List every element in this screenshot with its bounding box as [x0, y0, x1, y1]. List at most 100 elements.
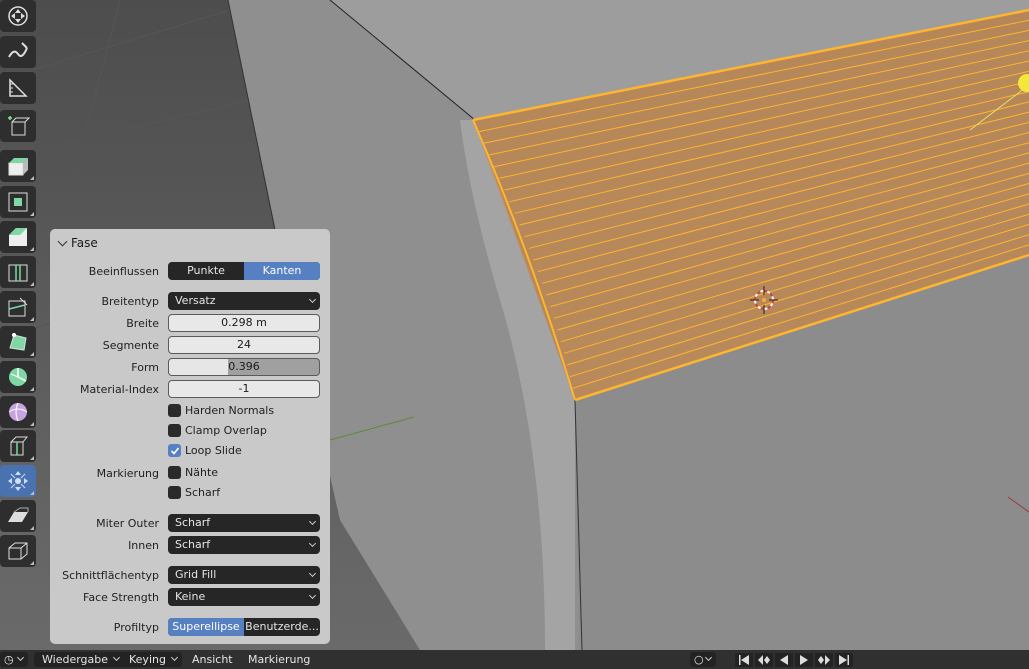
- shrink-fatten-icon: [8, 471, 28, 491]
- checkbox-box: [168, 466, 181, 479]
- width-type-row: Breitentyp Versatz: [50, 292, 330, 311]
- profile-superellipse-button[interactable]: Superellipse: [168, 618, 244, 636]
- playback-menu[interactable]: Wiedergabe: [34, 652, 125, 667]
- chevron-down-icon: [308, 569, 317, 578]
- play-icon: [800, 655, 808, 665]
- mark-seams-row: Markierung Nähte: [50, 464, 330, 483]
- harden-normals-checkbox[interactable]: Harden Normals: [168, 404, 274, 417]
- tool-spin[interactable]: [0, 361, 36, 393]
- face-strength-value: Keine: [175, 590, 206, 603]
- mark-sharp-label: Scharf: [185, 486, 221, 499]
- tool-edge-slide[interactable]: [0, 430, 36, 462]
- width-field[interactable]: 0.298 m: [168, 314, 320, 332]
- tool-shear[interactable]: [0, 500, 36, 532]
- chevron-down-icon: [308, 539, 317, 548]
- clamp-overlap-checkbox[interactable]: Clamp Overlap: [168, 424, 267, 437]
- tool-shrink-fatten[interactable]: [0, 465, 36, 497]
- panel-header[interactable]: Fase: [57, 235, 98, 251]
- tool-extrude[interactable]: [0, 150, 36, 182]
- profile-type-label: Profiltyp: [113, 621, 159, 634]
- shape-slider[interactable]: 0.396: [168, 358, 320, 376]
- loop-cut-icon: [8, 264, 28, 282]
- miter-outer-dropdown[interactable]: Scharf: [168, 514, 320, 532]
- add-cube-icon: [8, 116, 30, 136]
- mark-sharp-row: Scharf: [50, 484, 330, 503]
- affect-edges-button[interactable]: Kanten: [244, 262, 320, 280]
- chevron-down-icon: [308, 591, 317, 600]
- segments-label: Segmente: [102, 339, 159, 352]
- view-menu[interactable]: Ansicht: [192, 652, 233, 667]
- width-type-label: Breitentyp: [101, 295, 159, 308]
- tool-variants-indicator: [30, 352, 34, 356]
- smooth-icon: [8, 402, 28, 422]
- inset-icon: [8, 192, 28, 212]
- profile-custom-button[interactable]: Benutzerde...: [244, 618, 320, 636]
- play-button[interactable]: [795, 653, 813, 667]
- tool-variants-indicator: [30, 212, 34, 216]
- extrude-icon: [8, 158, 28, 176]
- intersection-type-label: Schnittflächentyp: [62, 569, 159, 582]
- tool-variants-indicator: [30, 561, 34, 565]
- width-type-dropdown[interactable]: Versatz: [168, 292, 320, 310]
- mark-sharp-checkbox[interactable]: Scharf: [168, 486, 220, 499]
- tool-variants-indicator: [30, 456, 34, 460]
- tool-bevel[interactable]: [0, 221, 36, 253]
- miter-inner-label: Innen: [128, 539, 159, 552]
- loop-slide-row: Loop Slide: [50, 442, 330, 461]
- tool-smooth[interactable]: [0, 396, 36, 428]
- editor-type-dropdown[interactable]: ◷: [0, 652, 28, 667]
- miter-inner-dropdown[interactable]: Scharf: [168, 536, 320, 554]
- jump-end-button[interactable]: [835, 653, 853, 667]
- panel-title: Fase: [71, 236, 98, 250]
- harden-normals-label: Harden Normals: [185, 404, 275, 417]
- tool-poly-build[interactable]: [0, 326, 36, 358]
- tool-add-cube[interactable]: [0, 110, 36, 142]
- tool-variants-indicator: [30, 491, 34, 495]
- tool-move-view[interactable]: [0, 0, 36, 32]
- checkmark-icon: [170, 446, 179, 455]
- miter-outer-label: Miter Outer: [96, 517, 159, 530]
- profile-type-toggle: Superellipse Benutzerde...: [168, 618, 320, 636]
- keying-menu[interactable]: Keying: [121, 652, 182, 667]
- play-reverse-button[interactable]: [775, 653, 793, 667]
- material-index-row: Material-Index -1: [50, 380, 330, 399]
- tool-measure[interactable]: [0, 72, 36, 104]
- face-strength-label: Face Strength: [83, 591, 159, 604]
- knife-icon: [8, 297, 28, 317]
- shape-row: Form 0.396: [50, 358, 330, 377]
- face-strength-dropdown[interactable]: Keine: [168, 588, 320, 606]
- clamp-overlap-row: Clamp Overlap: [50, 422, 330, 441]
- miter-outer-row: Miter Outer Scharf: [50, 514, 330, 533]
- jump-keyframe-forward-button[interactable]: [815, 653, 833, 667]
- tool-rip-region[interactable]: [0, 535, 36, 567]
- move-view-icon: [8, 6, 28, 26]
- rip-region-icon: [8, 542, 28, 560]
- clamp-overlap-label: Clamp Overlap: [185, 424, 267, 437]
- auto-keying-toggle[interactable]: ○: [690, 652, 716, 667]
- mark-seams-label: Nähte: [185, 466, 219, 479]
- affect-toggle: Punkte Kanten: [168, 262, 320, 280]
- bevel-icon: [9, 228, 27, 246]
- affect-vertices-button[interactable]: Punkte: [168, 262, 244, 280]
- tool-variants-indicator: [30, 526, 34, 530]
- tool-inset[interactable]: [0, 186, 36, 218]
- marker-menu[interactable]: Markierung: [248, 652, 310, 667]
- tool-variants-indicator: [30, 282, 34, 286]
- tool-annotate[interactable]: [0, 36, 36, 68]
- intersection-type-row: Schnittflächentyp Grid Fill: [50, 566, 330, 585]
- profile-type-row: Profiltyp Superellipse Benutzerde...: [50, 618, 330, 637]
- keyframe-forward-icon: [818, 655, 830, 665]
- jump-keyframe-back-button[interactable]: [755, 653, 773, 667]
- tool-loop-cut[interactable]: [0, 256, 36, 288]
- loop-slide-checkbox[interactable]: Loop Slide: [168, 444, 242, 457]
- measure-icon: [9, 78, 28, 97]
- intersection-type-dropdown[interactable]: Grid Fill: [168, 566, 320, 584]
- jump-start-button[interactable]: [735, 653, 753, 667]
- face-strength-row: Face Strength Keine: [50, 588, 330, 607]
- affect-label: Beeinflussen: [88, 265, 159, 278]
- segments-field[interactable]: 24: [168, 336, 320, 354]
- tool-knife[interactable]: [0, 291, 36, 323]
- material-index-field[interactable]: -1: [168, 380, 320, 398]
- keyframe-back-icon: [758, 655, 770, 665]
- mark-seams-checkbox[interactable]: Nähte: [168, 466, 218, 479]
